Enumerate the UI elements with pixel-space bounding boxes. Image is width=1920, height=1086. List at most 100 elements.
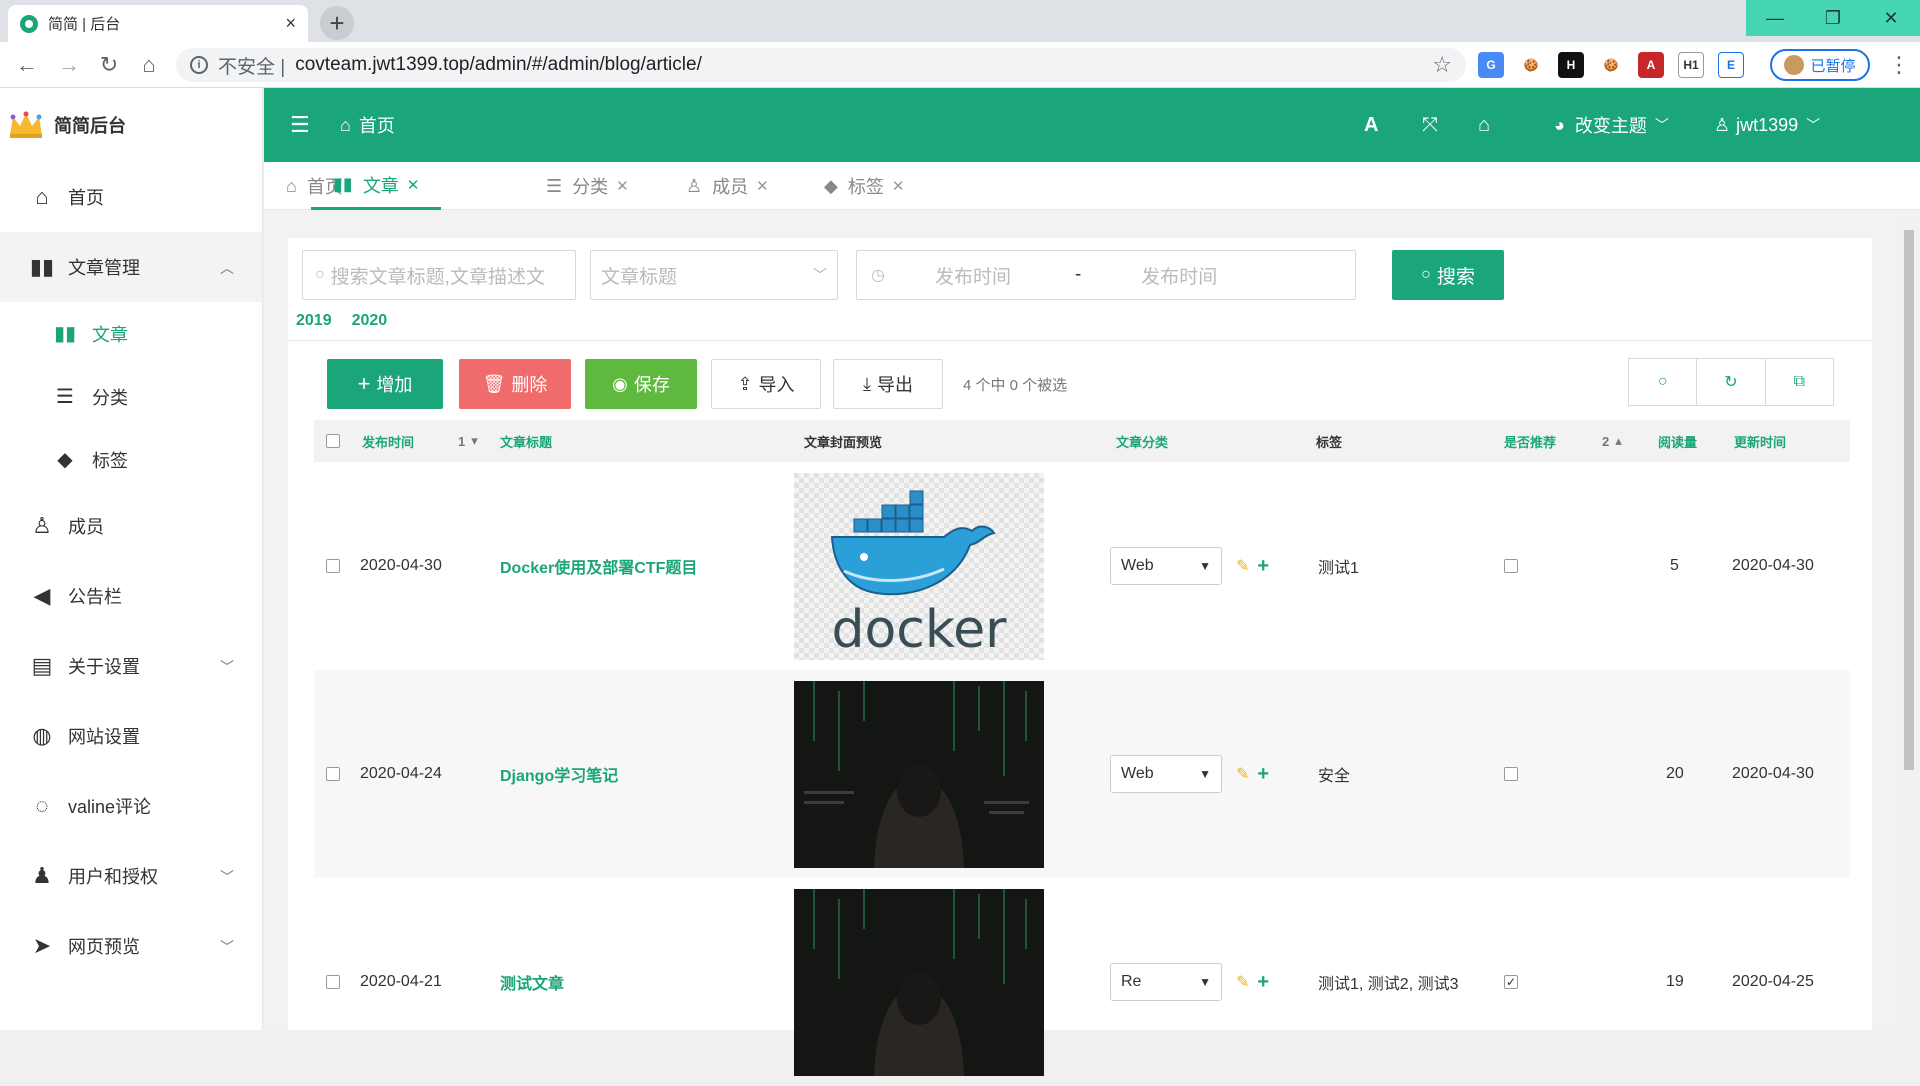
add-plus-icon[interactable]: +: [1257, 971, 1269, 994]
row-checkbox[interactable]: [326, 878, 340, 1086]
row-checkbox[interactable]: [326, 670, 340, 878]
edit-pencil-icon[interactable]: ✎: [1236, 764, 1249, 784]
recommended-checkbox[interactable]: [1504, 878, 1518, 1086]
sidebar-item-announcements[interactable]: ◀ 公告栏: [0, 561, 262, 631]
article-title-link[interactable]: Django学习笔记: [500, 670, 618, 878]
browser-tab[interactable]: 简简 | 后台 ×: [8, 5, 308, 42]
sidebar-subitem-category[interactable]: ☰ 分类: [0, 365, 262, 428]
year-link[interactable]: 2020: [352, 312, 388, 330]
recommended-checkbox[interactable]: [1504, 462, 1518, 670]
category-select[interactable]: Web ▼: [1110, 755, 1222, 793]
sidebar-item-label: valine评论: [68, 797, 152, 817]
close-tab-icon[interactable]: ×: [285, 13, 296, 34]
address-bar[interactable]: i 不安全 | covteam.jwt1399.top/admin/#/admi…: [176, 48, 1466, 82]
change-theme-dropdown[interactable]: ◕ 改变主题 ﹀: [1554, 88, 1669, 162]
close-tab-icon[interactable]: ✕: [756, 177, 769, 195]
sidebar-item-valine-comments[interactable]: ◌ valine评论: [0, 771, 262, 841]
tab-label: 分类: [572, 177, 609, 197]
article-title-link[interactable]: 测试文章: [500, 878, 564, 1086]
back-arrow-icon[interactable]: ←: [14, 52, 40, 78]
article-title-link[interactable]: Docker使用及部署CTF题目: [500, 462, 697, 670]
user-dropdown[interactable]: ♙ jwt1399 ﹀: [1714, 88, 1820, 162]
export-table-icon[interactable]: ⧉: [1766, 359, 1833, 405]
sidebar-subitem-article[interactable]: ▮▮ 文章: [0, 302, 262, 365]
home-link-icon[interactable]: ⌂: [1478, 88, 1490, 162]
category-select[interactable]: Re ▼: [1110, 963, 1222, 1001]
close-tab-icon[interactable]: ✕: [407, 176, 420, 194]
h-extension-icon[interactable]: H: [1558, 52, 1584, 78]
year-link[interactable]: 2019: [296, 312, 332, 330]
add-plus-icon[interactable]: +: [1257, 555, 1269, 578]
select-all-checkbox[interactable]: [326, 420, 340, 462]
category-select[interactable]: Web ▼: [1110, 547, 1222, 585]
search-icon[interactable]: ○: [1629, 359, 1698, 405]
delete-button[interactable]: 🗑 删除: [459, 359, 571, 409]
info-icon[interactable]: i: [190, 56, 208, 74]
maximize-button[interactable]: ❐: [1804, 0, 1862, 36]
import-button[interactable]: ⇪ 导入: [711, 359, 821, 409]
breadcrumb-home[interactable]: ⌂ 首页: [340, 88, 395, 162]
cookie-editor-extension-icon[interactable]: 🍪: [1598, 52, 1624, 78]
close-tab-icon[interactable]: ✕: [892, 177, 905, 195]
tab-members[interactable]: ♙ 成员 ✕: [686, 162, 769, 210]
close-tab-icon[interactable]: ✕: [616, 177, 629, 195]
tab-category[interactable]: ☰ 分类 ✕: [546, 162, 629, 210]
sidebar-item-about-settings[interactable]: ▤ 关于设置 ﹀: [0, 631, 262, 701]
cover-preview[interactable]: docker: [794, 462, 1044, 670]
sidebar-item-members[interactable]: ♙ 成员: [0, 491, 262, 561]
brand[interactable]: 简简后台: [0, 88, 262, 162]
date-range-input[interactable]: ◷ 发布时间 - 发布时间: [856, 250, 1356, 300]
sidebar-item-home[interactable]: ⌂ 首页: [0, 162, 262, 232]
row-checkbox[interactable]: [326, 462, 340, 670]
add-plus-icon[interactable]: +: [1257, 763, 1269, 786]
keyword-search-input[interactable]: ○ 搜索文章标题,文章描述文: [302, 250, 576, 300]
extensions-bar: G 🍪 H 🍪 A H1 E: [1478, 52, 1744, 78]
add-button[interactable]: + 增加: [327, 359, 443, 409]
header-recommended[interactable]: 是否推荐: [1504, 420, 1556, 462]
new-tab-button[interactable]: +: [320, 6, 354, 40]
title-select[interactable]: 文章标题 ﹀: [590, 250, 838, 300]
header-title[interactable]: 文章标题: [500, 420, 552, 462]
minimize-button[interactable]: —: [1746, 0, 1804, 36]
page-scrollbar[interactable]: [1900, 216, 1918, 1030]
tab-article[interactable]: ▮▮ 文章 ✕: [311, 162, 442, 210]
edit-pencil-icon[interactable]: ✎: [1236, 556, 1249, 576]
bookmark-star-icon[interactable]: ☆: [1432, 52, 1452, 78]
fullscreen-icon[interactable]: ⤧: [1422, 88, 1438, 162]
reload-icon[interactable]: ↻: [96, 52, 122, 78]
url-text[interactable]: covteam.jwt1399.top/admin/#/admin/blog/a…: [295, 54, 702, 76]
brand-name: 简简后台: [54, 116, 126, 136]
h1-extension-icon[interactable]: H1: [1678, 52, 1704, 78]
scrollbar-thumb[interactable]: [1904, 230, 1914, 770]
sidebar-item-article-management[interactable]: ▮▮ 文章管理 ︿: [0, 232, 262, 302]
sidebar-item-page-preview[interactable]: ➤ 网页预览 ﹀: [0, 911, 262, 981]
sidebar-item-users-auth[interactable]: ♟ 用户和授权 ﹀: [0, 841, 262, 911]
edit-pencil-icon[interactable]: ✎: [1236, 972, 1249, 992]
reader-extension-icon[interactable]: E: [1718, 52, 1744, 78]
cookie-extension-icon[interactable]: 🍪: [1518, 52, 1544, 78]
menu-toggle-icon[interactable]: ☰: [290, 88, 310, 162]
sidebar-subitem-tags[interactable]: ◆ 标签: [0, 428, 262, 491]
browser-menu-icon[interactable]: ⋮: [1888, 52, 1910, 78]
close-window-button[interactable]: ✕: [1862, 0, 1920, 36]
profile-paused-button[interactable]: 已暂停: [1770, 49, 1870, 81]
translate-extension-icon[interactable]: G: [1478, 52, 1504, 78]
sidebar-item-site-settings[interactable]: ◍ 网站设置: [0, 701, 262, 771]
export-button[interactable]: ⤓ 导出: [833, 359, 943, 409]
refresh-icon[interactable]: ↻: [1697, 359, 1766, 405]
header-published[interactable]: 发布时间: [362, 420, 414, 462]
cover-preview[interactable]: [794, 670, 1044, 878]
header-updated[interactable]: 更新时间: [1734, 420, 1786, 462]
header-category[interactable]: 文章分类: [1116, 420, 1168, 462]
home-browser-icon[interactable]: ⌂: [136, 52, 162, 78]
cover-preview[interactable]: [794, 878, 1044, 1086]
export-button-label: 导出: [876, 375, 913, 395]
forward-arrow-icon[interactable]: →: [56, 52, 82, 78]
pdf-extension-icon[interactable]: A: [1638, 52, 1664, 78]
save-button[interactable]: ◉ 保存: [585, 359, 697, 409]
header-views[interactable]: 阅读量: [1658, 420, 1697, 462]
recommended-checkbox[interactable]: [1504, 670, 1518, 878]
tab-tags[interactable]: ◆ 标签 ✕: [824, 162, 904, 210]
font-size-icon[interactable]: A: [1364, 88, 1378, 162]
search-button[interactable]: ○ 搜索: [1392, 250, 1504, 300]
